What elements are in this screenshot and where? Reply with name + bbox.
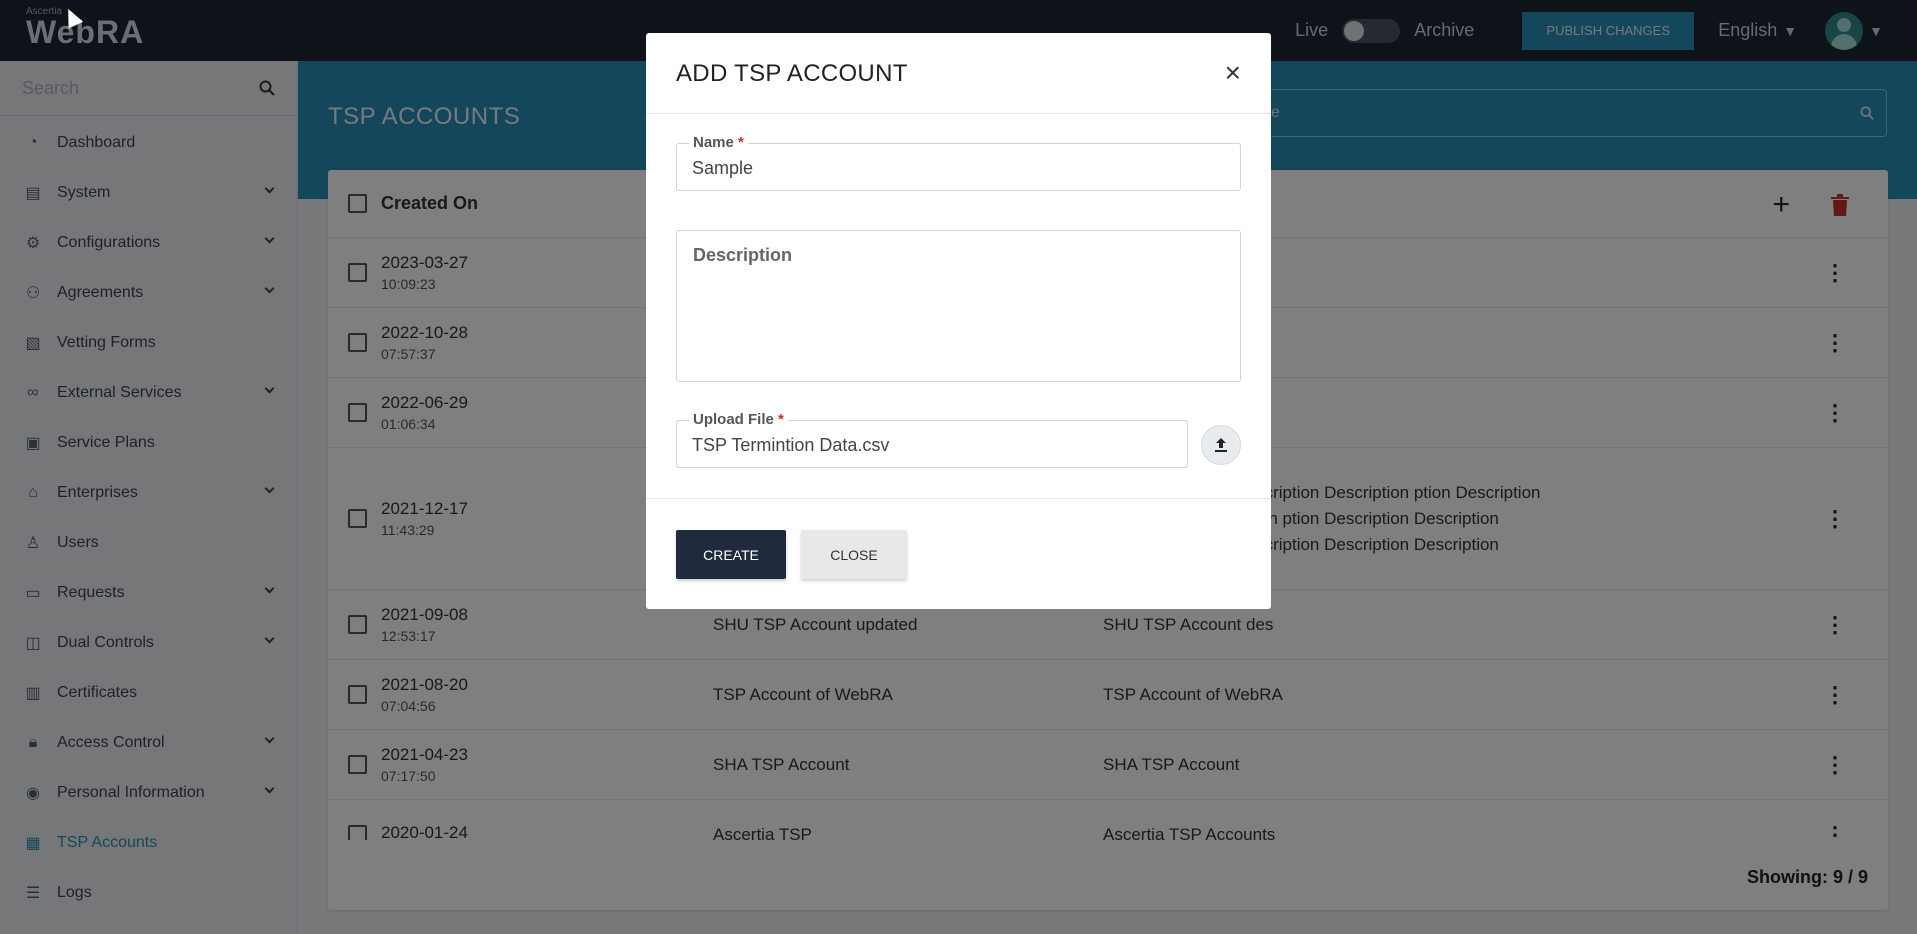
upload-label-text: Upload File: [693, 411, 774, 428]
upload-file-field: Upload File *: [676, 411, 1188, 468]
upload-file-label: Upload File *: [689, 411, 788, 428]
upload-button[interactable]: [1201, 425, 1241, 465]
description-input[interactable]: [692, 271, 1210, 341]
create-button[interactable]: CREATE: [676, 530, 786, 579]
divider: [646, 498, 1271, 499]
name-input[interactable]: [692, 158, 1199, 179]
description-field: Description: [676, 230, 1241, 382]
required-mark: *: [778, 411, 784, 428]
close-button[interactable]: CLOSE: [801, 530, 907, 579]
upload-icon: [1215, 438, 1227, 452]
name-label: Name *: [689, 134, 748, 151]
name-field: Name *: [676, 134, 1241, 191]
add-tsp-account-dialog: ADD TSP ACCOUNT × Name * Description Upl…: [646, 33, 1271, 609]
description-label: Description: [693, 245, 793, 265]
dialog-title: ADD TSP ACCOUNT: [676, 60, 908, 87]
required-mark: *: [738, 134, 744, 151]
dialog-header: ADD TSP ACCOUNT ×: [646, 33, 1271, 114]
upload-file-input[interactable]: [692, 435, 1151, 456]
close-icon[interactable]: ×: [1225, 59, 1241, 87]
name-label-text: Name: [693, 134, 734, 151]
